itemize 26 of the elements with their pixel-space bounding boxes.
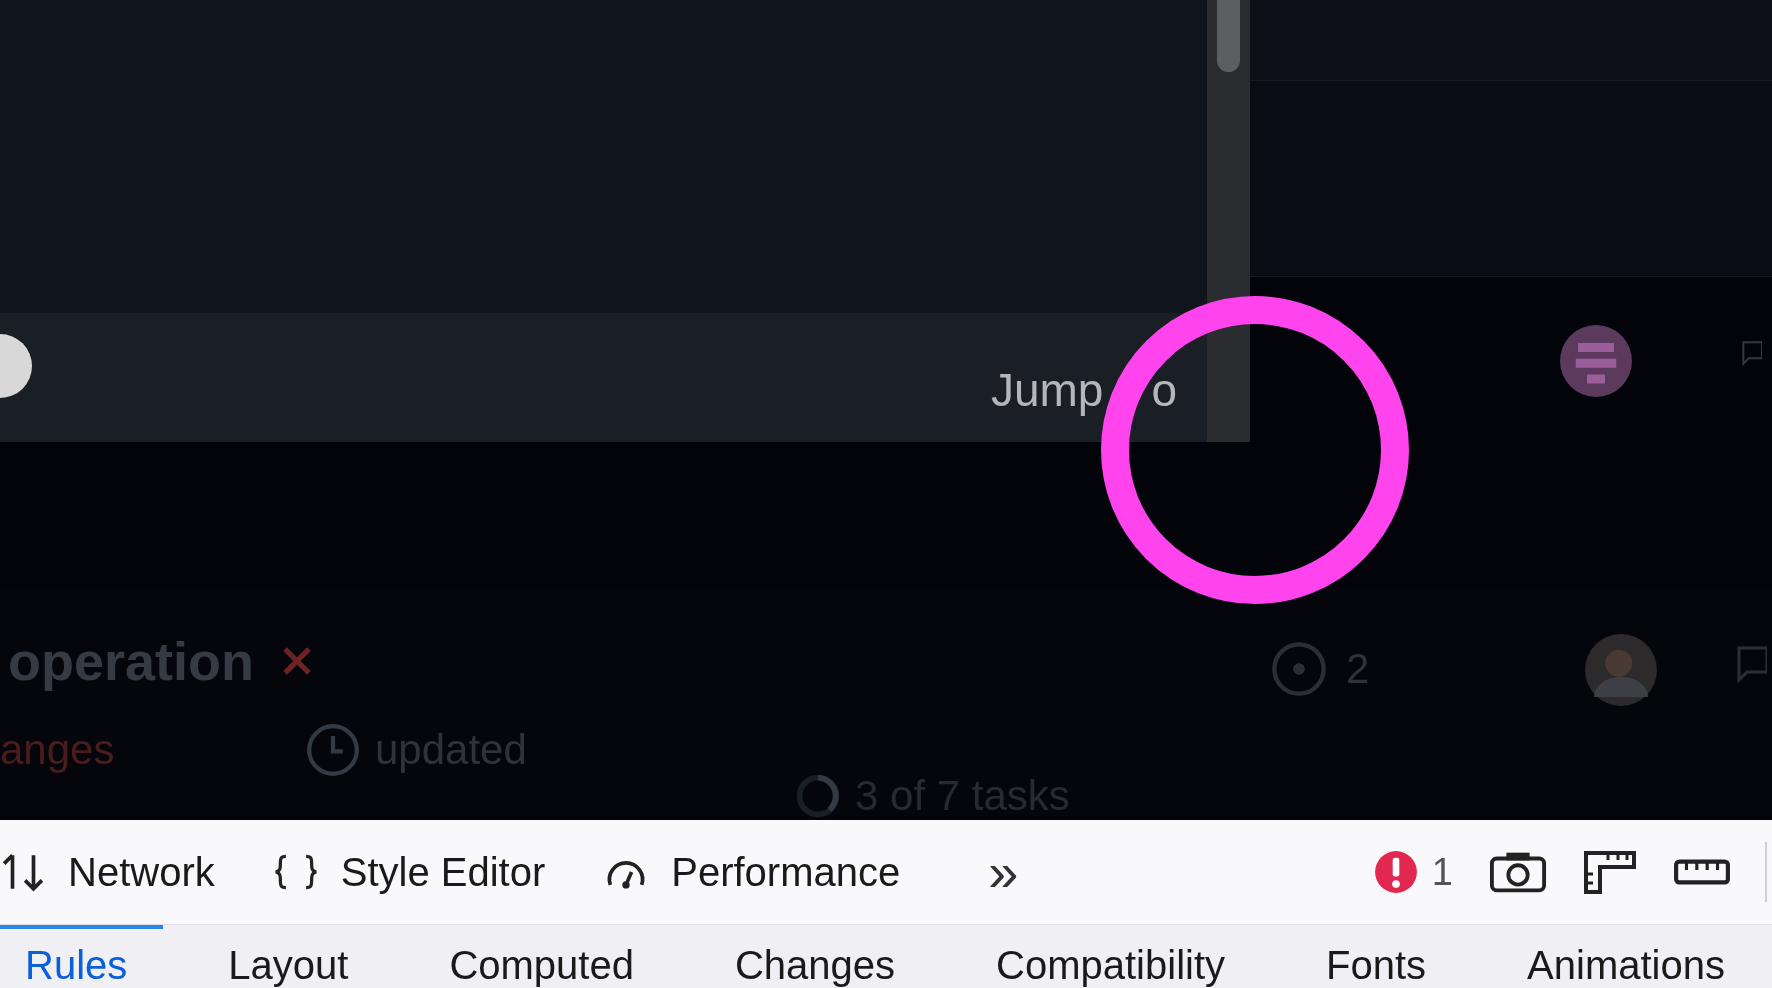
- camera-icon[interactable]: [1489, 850, 1547, 894]
- devtools-tab[interactable]: Network: [0, 849, 243, 895]
- progress-ring-icon: [795, 773, 841, 819]
- error-icon: [1373, 850, 1418, 894]
- devtools-tab[interactable]: Performance: [603, 849, 929, 895]
- panel-tab[interactable]: Animations: [1502, 925, 1761, 988]
- panel-tab[interactable]: Computed: [424, 925, 670, 988]
- jump-label[interactable]: Jump: [990, 362, 1104, 417]
- panel-tab[interactable]: Compatibility: [971, 925, 1262, 988]
- scroll-thumb[interactable]: [1217, 0, 1240, 72]
- panel-tab[interactable]: Layout: [203, 925, 385, 988]
- issue-icon: [1270, 640, 1328, 698]
- error-count-button[interactable]: 1: [1367, 849, 1459, 895]
- avatar-icon: [1560, 325, 1632, 397]
- panel-tab[interactable]: Rules: [0, 925, 164, 988]
- clock-icon: [305, 722, 361, 778]
- more-tabs-button[interactable]: »: [978, 841, 1029, 903]
- scrollbar[interactable]: [1207, 0, 1250, 443]
- arrows-icon: [0, 851, 46, 893]
- avatar-icon: [1585, 634, 1657, 706]
- panel-tab[interactable]: Changes: [709, 925, 932, 988]
- status-text: anges: [0, 726, 116, 774]
- devtools-tab[interactable]: Style Editor: [272, 849, 574, 895]
- panel-tab[interactable]: Fonts: [1301, 925, 1463, 988]
- jump-label-fragment: o: [1151, 362, 1177, 417]
- rulers-icon[interactable]: [1581, 850, 1639, 894]
